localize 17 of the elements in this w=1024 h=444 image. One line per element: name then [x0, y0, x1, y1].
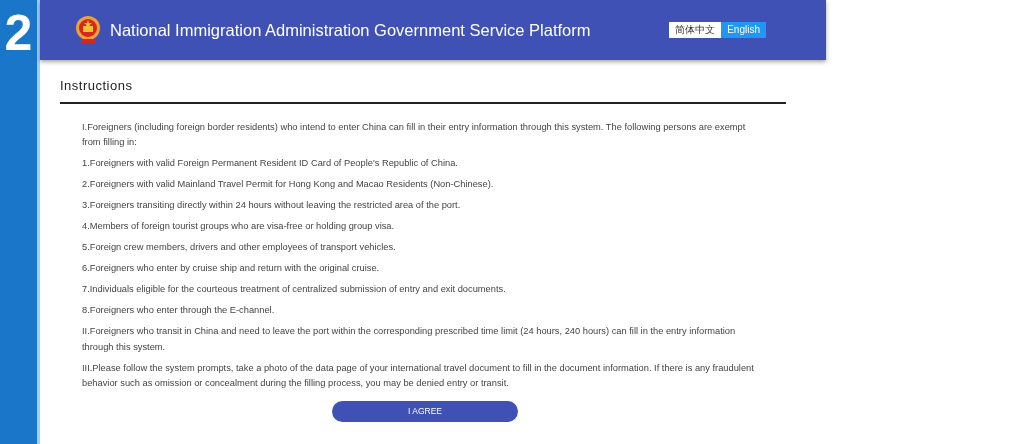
instruction-text: 7.Individuals eligible for the courteous treatment of centralized submission of entry and exit documents.	[82, 283, 507, 296]
emblem-icon	[74, 15, 102, 45]
language-toggle[interactable]: 简体中文	[669, 22, 722, 38]
instruction-text: III.Please follow the system prompts, take a photo of the data page of your international travel document to fill in the document information. If there is any fraudulent behavior such as omission or concealment during the filling process, you may be denied entry or transit.	[82, 361, 755, 390]
agree-button[interactable]: I AGREE	[332, 400, 518, 422]
section-title: Instructions	[60, 76, 786, 104]
instruction-text: 5.Foreign crew members, drivers and other employees of transport vehicles.	[82, 241, 397, 254]
instruction-text: 1.Foreigners with valid Foreign Permanent Resident ID Card of People's Republic of China.	[82, 157, 459, 170]
instruction-text: 4.Members of foreign tourist groups who are visa-free or holding group visa.	[82, 220, 396, 233]
instruction-text: 8.Foreigners who enter through the E-channel.	[82, 304, 276, 317]
instruction-text: 3.Foreigners transiting directly within 24 hours without leaving the restricted area of the port.	[82, 199, 462, 212]
site-title: National Immigration Administration Government Service Platform	[110, 19, 591, 41]
instruction-text: II.Foreigners who transit in China and need to leave the port within the corresponding prescribed time limit (24 hours, 240 hours) can fill in the entry information through this system.	[82, 325, 737, 354]
instruction-text: 6.Foreigners who enter by cruise ship and return with the original cruise.	[82, 262, 381, 275]
step-number: 2	[4, 8, 33, 58]
instruction-text: I.Foreigners (including foreign border residents) who intend to enter China can fill in their entry information through this system. The following persons are exempt from filling in:	[82, 120, 747, 149]
instruction-text: 2.Foreigners with valid Mainland Travel Permit for Hong Kong and Macao Residents (Non-Chinese).	[82, 178, 495, 191]
